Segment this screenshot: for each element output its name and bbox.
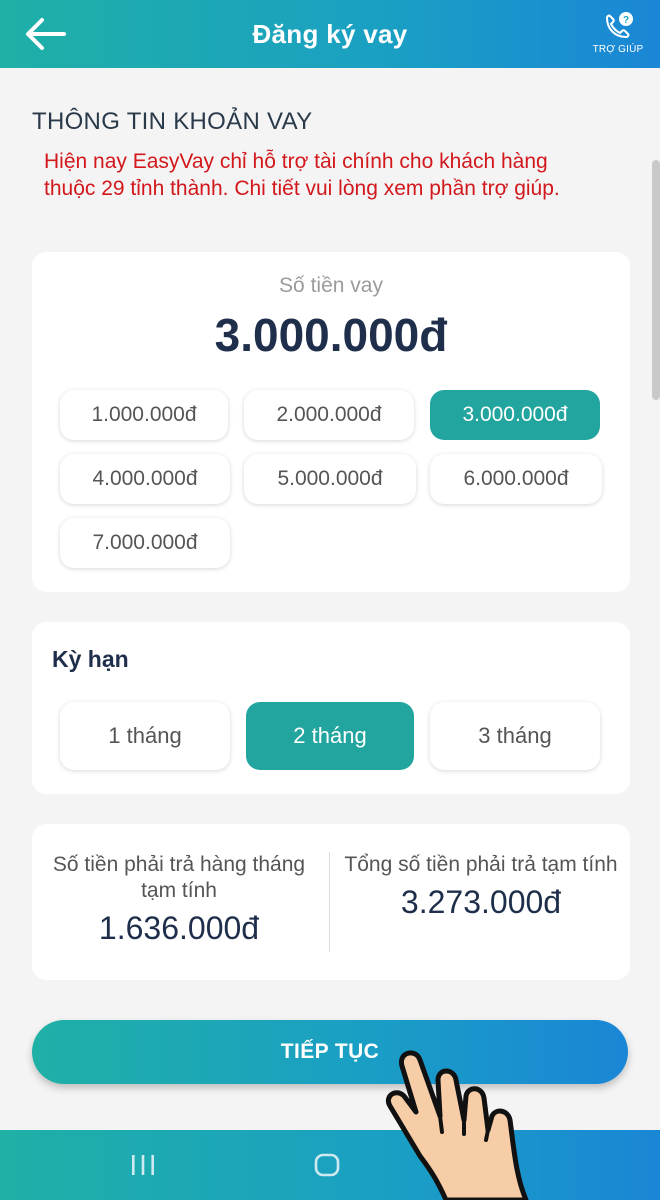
scrollbar[interactable] xyxy=(652,160,660,400)
amount-option[interactable]: 6.000.000đ xyxy=(430,454,602,504)
svg-text:?: ? xyxy=(623,15,629,26)
page-title: Đăng ký vay xyxy=(252,18,408,49)
total-payment-label: Tổng số tiền phải trả tạm tính xyxy=(344,853,618,876)
summary-divider xyxy=(329,852,330,952)
amount-option[interactable]: 5.000.000đ xyxy=(244,454,416,504)
total-payment-value: 3.273.000đ xyxy=(400,884,562,920)
term-title: Kỳ hạn xyxy=(52,646,129,672)
amount-option-selected[interactable]: 3.000.000đ xyxy=(430,390,600,440)
monthly-payment-value: 1.636.000đ xyxy=(98,910,260,946)
amount-value: 3.000.000đ xyxy=(214,309,448,361)
app-header: Đăng ký vay ? TRỢ GIÚP xyxy=(0,0,660,68)
help-phone-icon: ? xyxy=(605,12,633,39)
amount-label: Số tiền vay xyxy=(279,274,383,297)
term-option[interactable]: 1 tháng xyxy=(60,702,230,770)
monthly-payment-label: Số tiền phải trả hàng tháng tạm tính xyxy=(52,853,306,902)
amount-option[interactable]: 7.000.000đ xyxy=(60,518,230,568)
help-button[interactable]: ? TRỢ GIÚP xyxy=(588,10,648,62)
total-payment-block: Tổng số tiền phải trả tạm tính 3.273.000… xyxy=(336,852,626,920)
pointing-hand-icon xyxy=(376,1040,566,1200)
amount-option[interactable]: 2.000.000đ xyxy=(244,390,414,440)
help-label: TRỢ GIÚP xyxy=(592,44,644,55)
amount-option[interactable]: 4.000.000đ xyxy=(60,454,230,504)
home-button[interactable] xyxy=(312,1150,342,1180)
recent-apps-icon xyxy=(132,1155,154,1175)
section-title: THÔNG TIN KHOẢN VAY xyxy=(32,108,313,135)
term-option[interactable]: 3 tháng xyxy=(430,702,600,770)
payment-summary-card: Số tiền phải trả hàng tháng tạm tính 1.6… xyxy=(32,824,630,980)
recent-apps-button[interactable] xyxy=(128,1152,158,1178)
back-arrow-icon xyxy=(26,18,66,50)
home-icon xyxy=(314,1153,340,1177)
loan-term-card: Kỳ hạn 1 tháng 2 tháng 3 tháng xyxy=(32,622,630,794)
loan-amount-card: Số tiền vay 3.000.000đ 1.000.000đ 2.000.… xyxy=(32,252,630,592)
monthly-payment-block: Số tiền phải trả hàng tháng tạm tính 1.6… xyxy=(34,852,324,946)
notice-text: Hiện nay EasyVay chỉ hỗ trợ tài chính ch… xyxy=(44,150,560,200)
term-option-selected[interactable]: 2 tháng xyxy=(246,702,414,770)
back-button[interactable] xyxy=(22,14,68,54)
amount-option[interactable]: 1.000.000đ xyxy=(60,390,228,440)
